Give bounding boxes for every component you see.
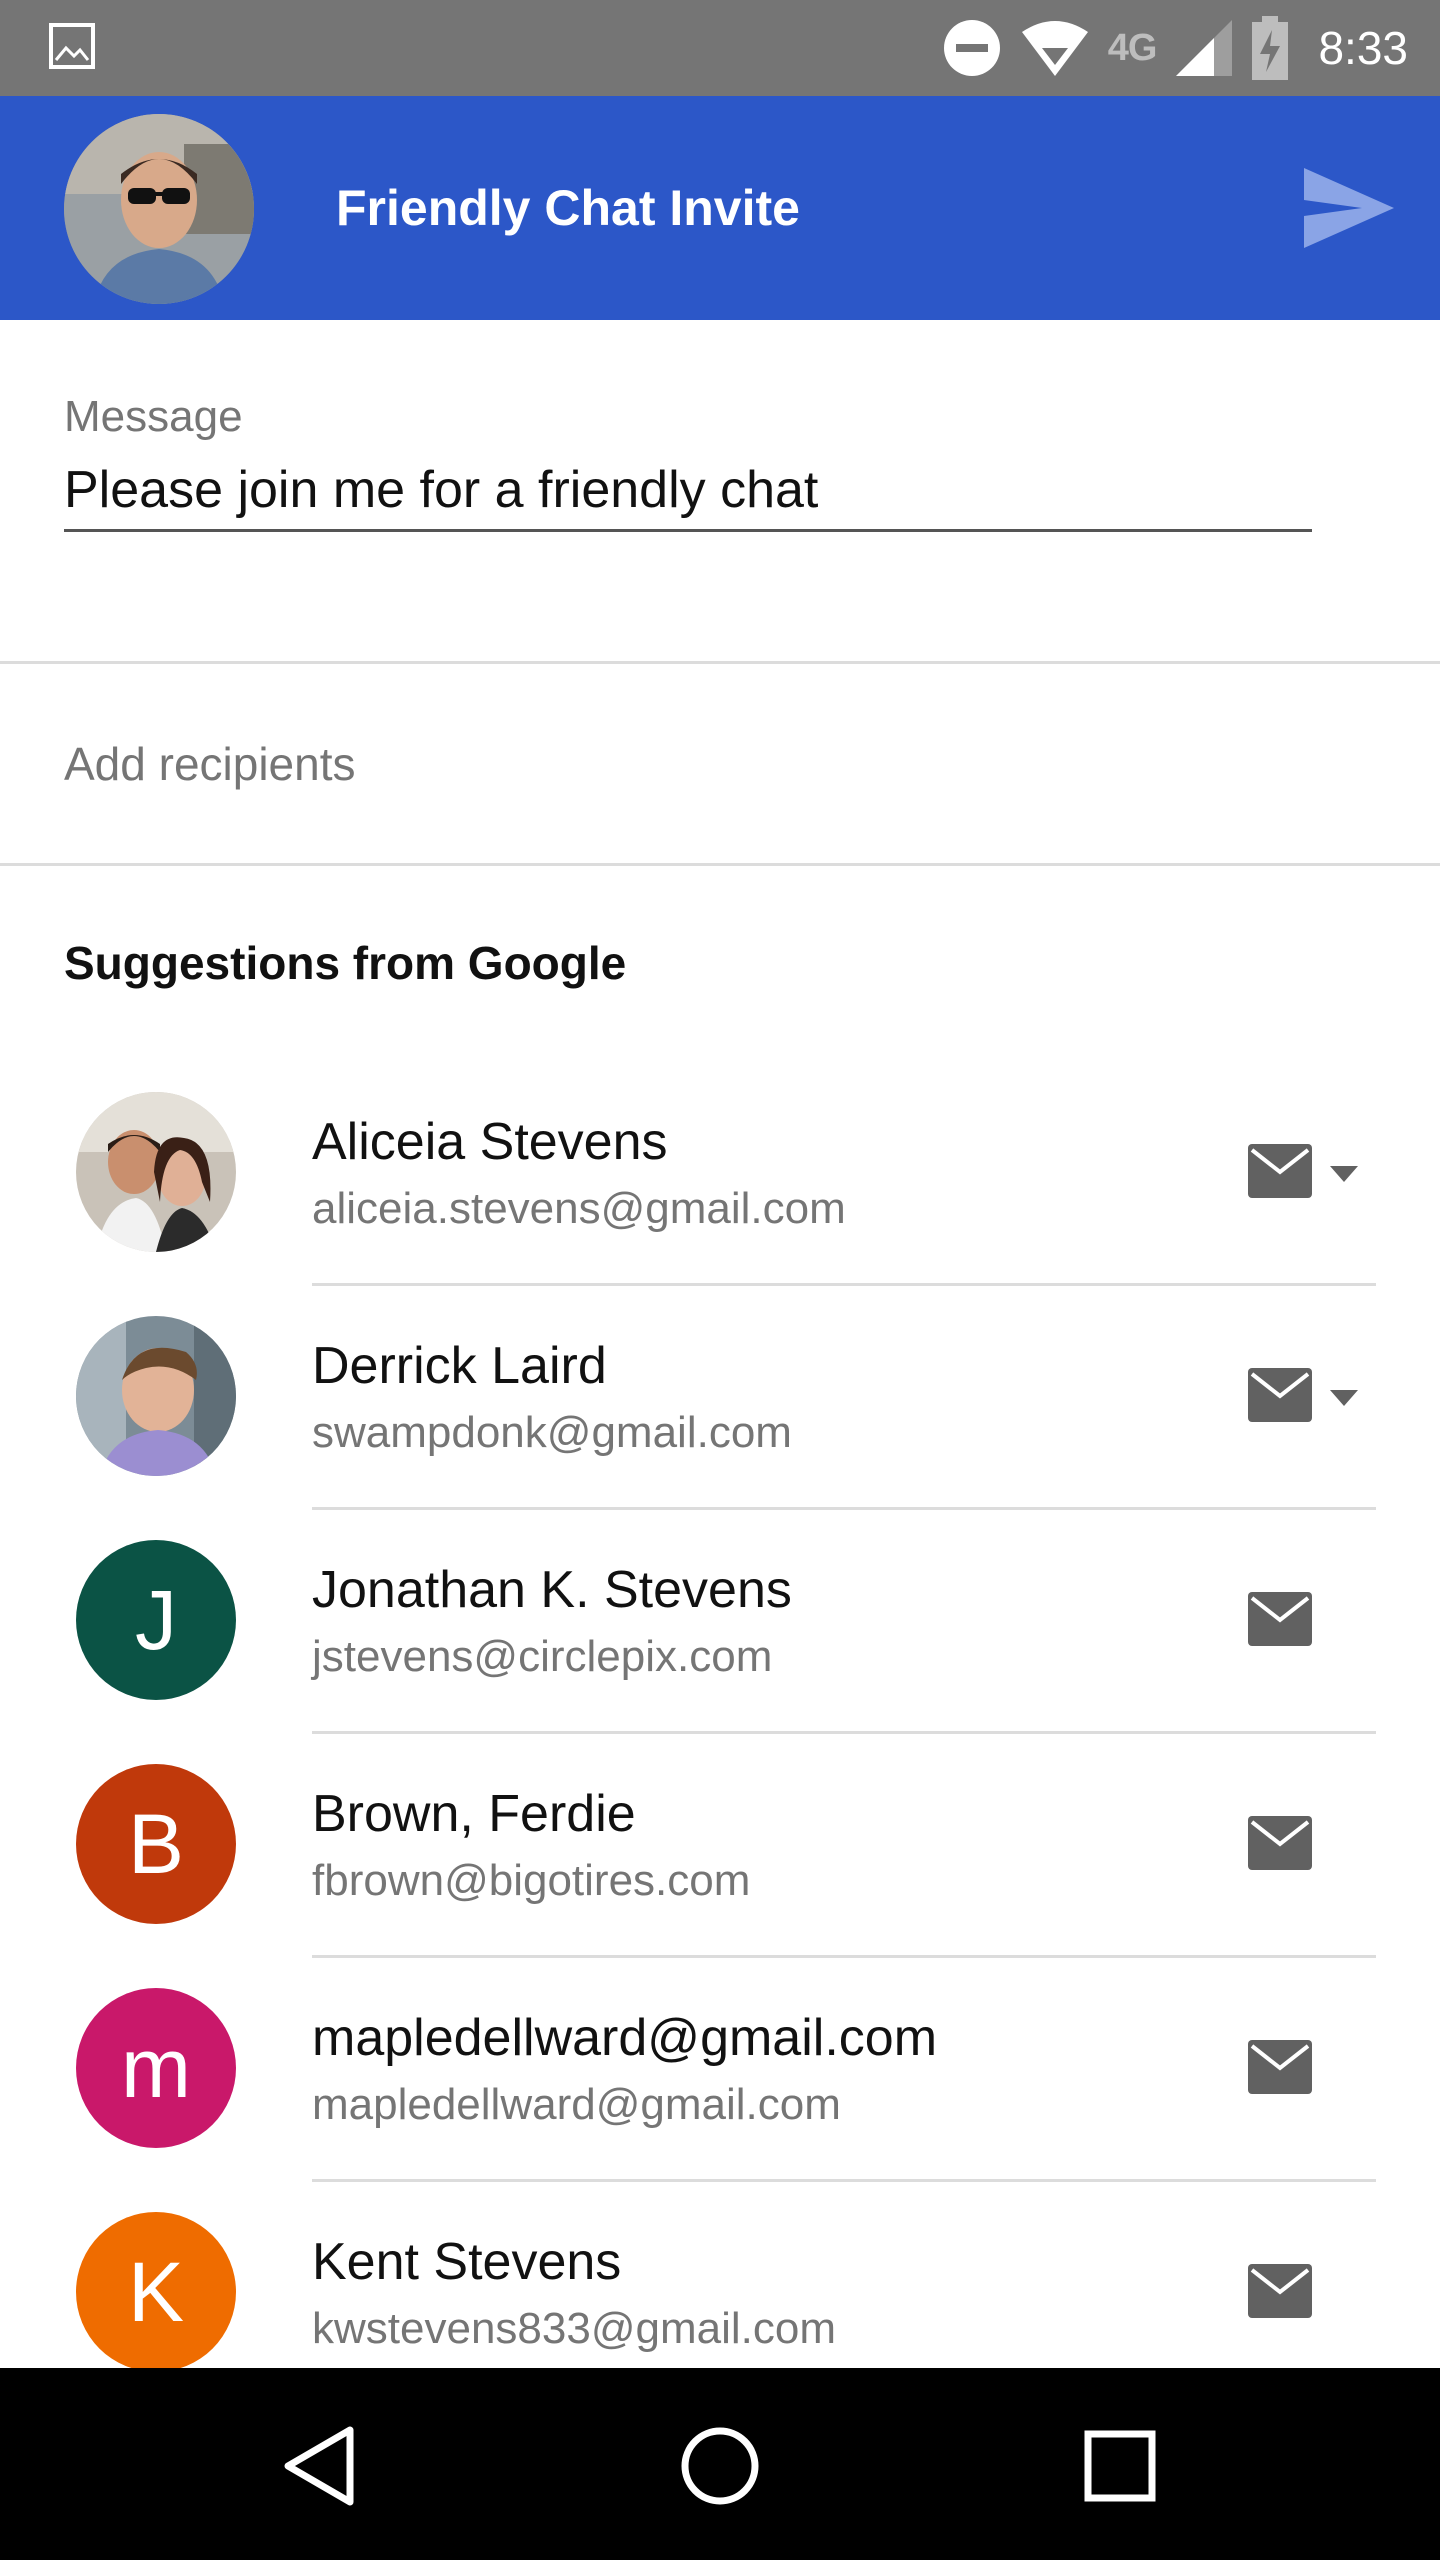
image-icon	[49, 23, 95, 69]
message-input[interactable]	[64, 450, 1312, 532]
contact-avatar: B	[76, 1764, 236, 1924]
contact-avatar: m	[76, 1988, 236, 2148]
contact-avatar-letter: B	[127, 1796, 185, 1891]
contact-row[interactable]: B Brown, Ferdie fbrown@bigotires.com	[0, 1734, 1440, 1958]
mail-icon[interactable]	[1248, 1592, 1312, 1646]
recipients-section	[0, 664, 1440, 866]
mail-icon[interactable]	[1248, 1144, 1312, 1198]
battery-charging-icon	[1252, 16, 1289, 80]
contact-photo	[76, 1092, 236, 1252]
mail-icon[interactable]	[1248, 2040, 1312, 2094]
contact-email: swampdonk@gmail.com	[312, 1408, 792, 1457]
app-bar: Friendly Chat Invite	[0, 96, 1440, 320]
contact-avatar-letter: m	[121, 2020, 191, 2115]
contact-email: jstevens@circlepix.com	[312, 1632, 773, 1681]
add-recipients-input[interactable]	[64, 724, 1364, 804]
status-icons: 4G 8:33	[942, 0, 1408, 96]
profile-avatar[interactable]	[64, 114, 254, 304]
contact-avatar-letter: K	[127, 2244, 185, 2339]
contact-row[interactable]: m mapledellward@gmail.com mapledellward@…	[0, 1958, 1440, 2182]
contact-name: Aliceia Stevens	[312, 1113, 668, 1171]
status-time: 8:33	[1318, 22, 1408, 74]
chevron-down-icon[interactable]	[1330, 1166, 1358, 1182]
contact-name: Kent Stevens	[312, 2233, 622, 2291]
back-icon[interactable]	[278, 2424, 362, 2508]
mail-icon[interactable]	[1248, 2264, 1312, 2318]
contact-avatar-letter: J	[135, 1572, 177, 1667]
app-title: Friendly Chat Invite	[336, 180, 800, 236]
message-section: Message	[0, 320, 1440, 664]
send-icon[interactable]	[1304, 168, 1394, 248]
contact-name: Brown, Ferdie	[312, 1785, 636, 1843]
contact-avatar	[76, 1316, 236, 1476]
contact-avatar: J	[76, 1540, 236, 1700]
contact-email: mapledellward@gmail.com	[312, 2080, 841, 2129]
signal-icon	[1176, 20, 1233, 76]
contact-name: Derrick Laird	[312, 1337, 607, 1395]
do-not-disturb-icon	[943, 20, 1000, 76]
contact-avatar: K	[76, 2212, 236, 2372]
contact-name: Jonathan K. Stevens	[312, 1561, 792, 1619]
message-label: Message	[64, 392, 243, 441]
contact-email: kwstevens833@gmail.com	[312, 2304, 836, 2353]
contact-photo	[76, 1316, 236, 1476]
mail-icon[interactable]	[1248, 1816, 1312, 1870]
recents-icon[interactable]	[1078, 2424, 1162, 2508]
status-bar: 4G 8:33	[0, 0, 1440, 96]
navigation-bar	[0, 2368, 1440, 2560]
contact-list: Aliceia Stevens aliceia.stevens@gmail.co…	[0, 1062, 1440, 2406]
profile-photo	[64, 114, 254, 304]
contact-row[interactable]: Aliceia Stevens aliceia.stevens@gmail.co…	[0, 1062, 1440, 1286]
contact-avatar	[76, 1092, 236, 1252]
contact-name: mapledellward@gmail.com	[312, 2009, 938, 2067]
suggestions-header: Suggestions from Google	[64, 937, 627, 989]
network-type-label: 4G	[1107, 26, 1158, 69]
contact-row[interactable]: J Jonathan K. Stevens jstevens@circlepix…	[0, 1510, 1440, 1734]
contact-email: fbrown@bigotires.com	[312, 1856, 751, 1905]
wifi-icon	[1021, 21, 1088, 76]
contact-row[interactable]: Derrick Laird swampdonk@gmail.com	[0, 1286, 1440, 1510]
chevron-down-icon[interactable]	[1330, 1390, 1358, 1406]
mail-icon[interactable]	[1248, 1368, 1312, 1422]
contact-email: aliceia.stevens@gmail.com	[312, 1184, 846, 1233]
home-icon[interactable]	[678, 2424, 762, 2508]
